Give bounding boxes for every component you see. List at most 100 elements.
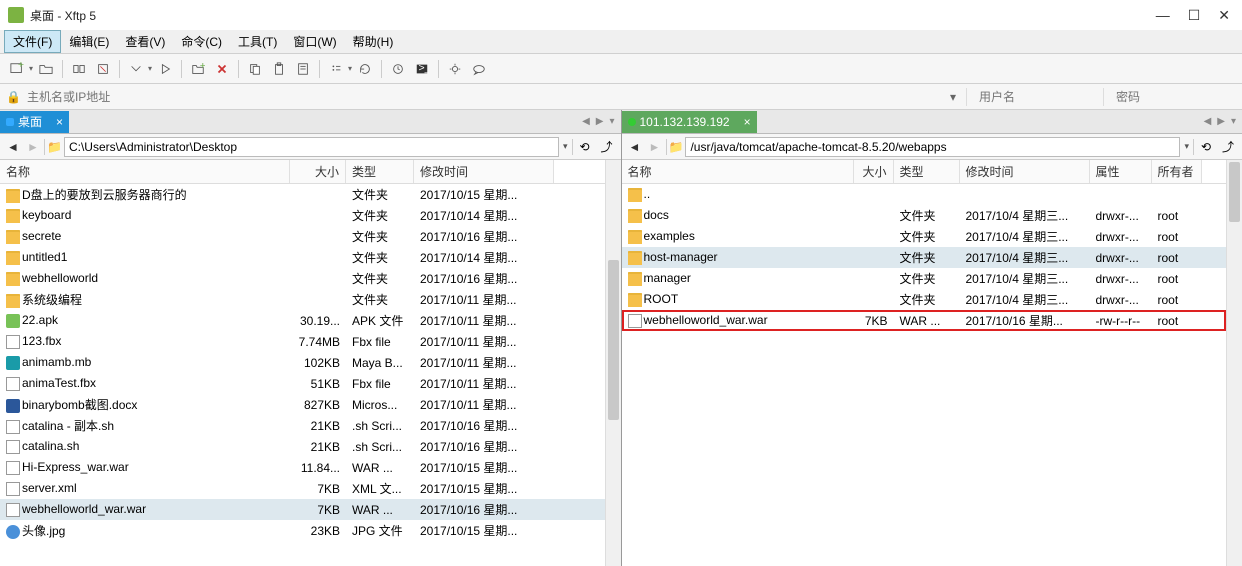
view-mode-dropdown[interactable]: ▾	[348, 64, 352, 73]
local-file-list[interactable]: 名称 大小 类型 修改时间 D盘上的要放到云服务器商行的文件夹2017/10/1…	[0, 160, 605, 566]
list-item[interactable]: server.xml7KBXML 文...2017/10/15 星期...	[0, 478, 605, 499]
col-owner[interactable]: 所有者	[1152, 160, 1202, 183]
delete-button[interactable]	[211, 58, 233, 80]
list-item[interactable]: examples文件夹2017/10/4 星期三...drwxr-...root	[622, 226, 1227, 247]
col-date[interactable]: 修改时间	[960, 160, 1090, 183]
host-dropdown[interactable]: ▾	[944, 90, 962, 104]
transfer-button[interactable]	[125, 58, 147, 80]
col-type[interactable]: 类型	[346, 160, 414, 183]
new-session-dropdown[interactable]: ▾	[29, 64, 33, 73]
tab-scroll-right[interactable]: ▶	[594, 116, 606, 127]
new-folder-button[interactable]: +	[187, 58, 209, 80]
paste-button[interactable]	[268, 58, 290, 80]
list-item[interactable]: 22.apk30.19...APK 文件2017/10/11 星期...	[0, 310, 605, 331]
list-item[interactable]: manager文件夹2017/10/4 星期三...drwxr-...root	[622, 268, 1227, 289]
local-tab[interactable]: 桌面 ×	[0, 111, 69, 133]
list-item[interactable]: webhelloworld_war.war7KBWAR ...2017/10/1…	[622, 310, 1227, 331]
list-item[interactable]: secrete文件夹2017/10/16 星期...	[0, 226, 605, 247]
col-name[interactable]: 名称	[622, 160, 854, 183]
tab-list-dropdown[interactable]: ▾	[607, 116, 616, 127]
password-input[interactable]	[1116, 90, 1236, 104]
forward-button[interactable]: ►	[24, 138, 42, 156]
col-size[interactable]: 大小	[854, 160, 894, 183]
copy-button[interactable]	[244, 58, 266, 80]
list-item[interactable]: 系统级编程文件夹2017/10/11 星期...	[0, 289, 605, 310]
back-button[interactable]: ◄	[626, 138, 644, 156]
tab-list-dropdown[interactable]: ▾	[1229, 116, 1238, 127]
refresh-folder-button[interactable]: ⟲	[575, 138, 595, 156]
col-type[interactable]: 类型	[894, 160, 960, 183]
up-folder-button[interactable]: ⤴	[1218, 138, 1238, 156]
menu-tools[interactable]: 工具(T)	[230, 31, 285, 52]
scrollbar[interactable]	[605, 160, 621, 566]
scrollbar-thumb[interactable]	[1229, 162, 1240, 222]
sync-button[interactable]	[387, 58, 409, 80]
host-input[interactable]	[25, 88, 944, 106]
terminal-button[interactable]: >_	[411, 58, 433, 80]
list-item[interactable]: keyboard文件夹2017/10/14 星期...	[0, 205, 605, 226]
refresh-folder-button[interactable]: ⟲	[1196, 138, 1216, 156]
tab-close-button[interactable]: ×	[744, 115, 751, 129]
properties-button[interactable]	[292, 58, 314, 80]
path-dropdown[interactable]: ▾	[561, 141, 570, 152]
img-icon	[6, 525, 20, 539]
reconnect-button[interactable]	[68, 58, 90, 80]
list-item[interactable]: binarybomb截图.docx827KBMicros...2017/10/1…	[0, 394, 605, 415]
remote-file-list[interactable]: 名称 大小 类型 修改时间 属性 所有者 ..docs文件夹2017/10/4 …	[622, 160, 1227, 566]
remote-tab[interactable]: 101.132.139.192 ×	[622, 111, 757, 133]
back-button[interactable]: ◄	[4, 138, 22, 156]
view-mode-button[interactable]	[325, 58, 347, 80]
menu-window[interactable]: 窗口(W)	[285, 31, 344, 52]
refresh-button[interactable]	[354, 58, 376, 80]
tab-scroll-right[interactable]: ▶	[1215, 116, 1227, 127]
remote-list-header: 名称 大小 类型 修改时间 属性 所有者	[622, 160, 1227, 184]
list-item[interactable]: docs文件夹2017/10/4 星期三...drwxr-...root	[622, 205, 1227, 226]
help-button[interactable]	[468, 58, 490, 80]
close-button[interactable]: ✕	[1218, 7, 1230, 24]
menu-file[interactable]: 文件(F)	[4, 30, 61, 53]
list-item[interactable]: webhelloworld文件夹2017/10/16 星期...	[0, 268, 605, 289]
col-name[interactable]: 名称	[0, 160, 290, 183]
list-item[interactable]: 头像.jpg23KBJPG 文件2017/10/15 星期...	[0, 520, 605, 541]
transfer-dropdown[interactable]: ▾	[148, 64, 152, 73]
local-path-input[interactable]	[64, 137, 559, 157]
list-item[interactable]: D盘上的要放到云服务器商行的文件夹2017/10/15 星期...	[0, 184, 605, 205]
scrollbar-thumb[interactable]	[608, 260, 619, 420]
list-item[interactable]: 123.fbx7.74MBFbx file2017/10/11 星期...	[0, 331, 605, 352]
path-dropdown[interactable]: ▾	[1182, 141, 1191, 152]
tab-scroll-left[interactable]: ◀	[1202, 116, 1214, 127]
scrollbar[interactable]	[1226, 160, 1242, 566]
list-item[interactable]: Hi-Express_war.war11.84...WAR ...2017/10…	[0, 457, 605, 478]
tab-scroll-left[interactable]: ◀	[580, 116, 592, 127]
list-item[interactable]: animamb.mb102KBMaya B...2017/10/11 星期...	[0, 352, 605, 373]
list-item[interactable]: catalina - 副本.sh21KB.sh Scri...2017/10/1…	[0, 415, 605, 436]
menu-help[interactable]: 帮助(H)	[345, 31, 402, 52]
list-item[interactable]: untitled1文件夹2017/10/14 星期...	[0, 247, 605, 268]
maximize-button[interactable]: ☐	[1188, 7, 1201, 24]
col-size[interactable]: 大小	[290, 160, 346, 183]
list-item[interactable]: host-manager文件夹2017/10/4 星期三...drwxr-...…	[622, 247, 1227, 268]
list-item[interactable]: ..	[622, 184, 1227, 205]
window-title: 桌面 - Xftp 5	[30, 7, 1156, 24]
username-input[interactable]	[979, 90, 1099, 104]
open-button[interactable]	[35, 58, 57, 80]
forward-button[interactable]: ►	[646, 138, 664, 156]
disconnect-button[interactable]	[92, 58, 114, 80]
play-button[interactable]	[154, 58, 176, 80]
minimize-button[interactable]: —	[1156, 7, 1170, 24]
list-item[interactable]: ROOT文件夹2017/10/4 星期三...drwxr-...root	[622, 289, 1227, 310]
list-item[interactable]: webhelloworld_war.war7KBWAR ...2017/10/1…	[0, 499, 605, 520]
col-attr[interactable]: 属性	[1090, 160, 1152, 183]
col-date[interactable]: 修改时间	[414, 160, 554, 183]
menu-command[interactable]: 命令(C)	[173, 31, 230, 52]
tab-close-button[interactable]: ×	[56, 115, 63, 129]
up-folder-button[interactable]: ⤴	[597, 138, 617, 156]
remote-path-input[interactable]	[685, 137, 1180, 157]
menu-view[interactable]: 查看(V)	[117, 31, 173, 52]
cell-name: ROOT	[622, 292, 854, 307]
list-item[interactable]: animaTest.fbx51KBFbx file2017/10/11 星期..…	[0, 373, 605, 394]
settings-button[interactable]	[444, 58, 466, 80]
list-item[interactable]: catalina.sh21KB.sh Scri...2017/10/16 星期.…	[0, 436, 605, 457]
menu-edit[interactable]: 编辑(E)	[61, 31, 117, 52]
new-session-button[interactable]: +	[6, 58, 28, 80]
